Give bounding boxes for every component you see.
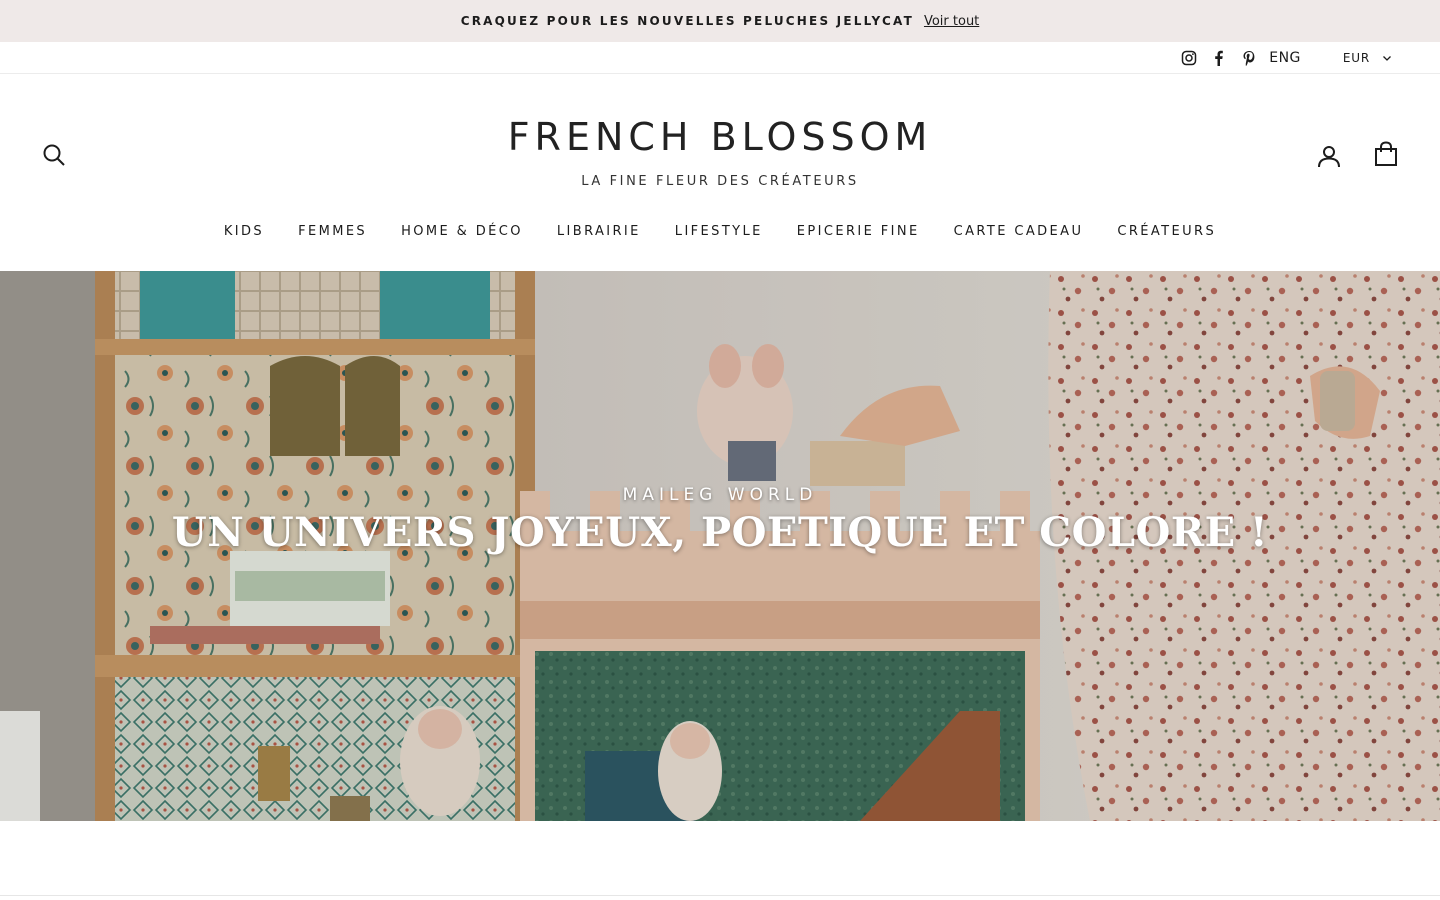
hero-eyebrow: MAILEG WORLD bbox=[622, 485, 818, 505]
language-selector[interactable]: ENG bbox=[1269, 50, 1301, 66]
social-links bbox=[1181, 50, 1257, 66]
announcement-bar: CRAQUEZ POUR LES NOUVELLES PELUCHES JELL… bbox=[0, 0, 1440, 42]
facebook-icon[interactable] bbox=[1211, 50, 1227, 66]
pinterest-icon[interactable] bbox=[1241, 50, 1257, 66]
hero-caption: MAILEG WORLD UN UNIVERS JOYEUX, POETIQUE… bbox=[0, 485, 1440, 556]
nav-item-lifestyle[interactable]: LIFESTYLE bbox=[658, 224, 780, 239]
currency-label: EUR bbox=[1342, 50, 1370, 65]
section-divider bbox=[0, 895, 1440, 896]
nav-item-createurs[interactable]: CRÉATEURS bbox=[1100, 224, 1233, 239]
site-header: FRENCH BLOSSOM LA FINE FLEUR DES CRÉATEU… bbox=[0, 74, 1440, 270]
nav-item-epicerie-fine[interactable]: EPICERIE FINE bbox=[780, 224, 937, 239]
nav-item-femmes[interactable]: FEMMES bbox=[281, 224, 384, 239]
bag-icon[interactable] bbox=[1374, 141, 1398, 167]
nav-item-librairie[interactable]: LIBRAIRIE bbox=[540, 224, 658, 239]
brand-tagline: LA FINE FLEUR DES CRÉATEURS bbox=[581, 174, 859, 189]
currency-selector[interactable]: EUR bbox=[1343, 51, 1392, 65]
site-logo[interactable]: FRENCH BLOSSOM LA FINE FLEUR DES CRÉATEU… bbox=[0, 118, 1440, 189]
nav-item-kids[interactable]: KIDS bbox=[207, 224, 281, 239]
utility-bar: ENG EUR bbox=[0, 42, 1440, 74]
brand-name: FRENCH BLOSSOM bbox=[507, 115, 933, 159]
main-nav: KIDS FEMMES HOME & DÉCO LIBRAIRIE LIFEST… bbox=[0, 224, 1440, 239]
nav-item-carte-cadeau[interactable]: CARTE CADEAU bbox=[937, 224, 1101, 239]
chevron-down-icon bbox=[1382, 53, 1392, 63]
announcement-link[interactable]: Voir tout bbox=[924, 14, 979, 29]
user-icon[interactable] bbox=[1317, 144, 1341, 168]
hero-headline: UN UNIVERS JOYEUX, POETIQUE ET COLORE ! bbox=[171, 509, 1269, 556]
announcement-message: CRAQUEZ POUR LES NOUVELLES PELUCHES JELL… bbox=[460, 14, 914, 28]
nav-item-home-deco[interactable]: HOME & DÉCO bbox=[384, 224, 540, 239]
hero-banner[interactable]: MAILEG WORLD UN UNIVERS JOYEUX, POETIQUE… bbox=[0, 271, 1440, 821]
instagram-icon[interactable] bbox=[1181, 50, 1197, 66]
